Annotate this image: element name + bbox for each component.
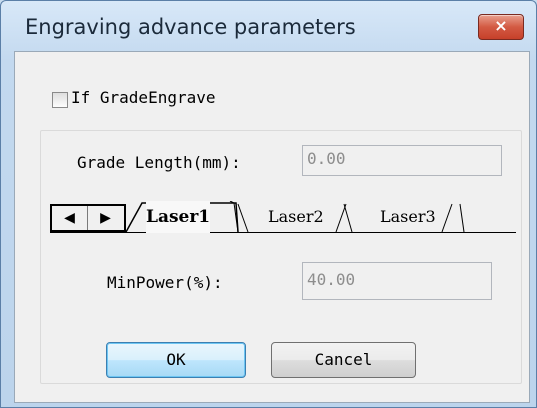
close-button[interactable]: × — [478, 14, 524, 40]
grade-length-field[interactable]: 0.00 — [302, 145, 502, 176]
cancel-button[interactable]: Cancel — [271, 342, 416, 378]
tab-scroll-buttons: ◀ ▶ — [50, 204, 126, 232]
tab-laser2[interactable]: Laser2 — [268, 201, 324, 233]
grade-engrave-checkbox[interactable] — [52, 92, 68, 108]
scroll-left-icon[interactable]: ◀ — [52, 206, 88, 230]
grade-engrave-label[interactable]: If GradeEngrave — [71, 88, 216, 107]
title-bar[interactable]: Engraving advance parameters × — [1, 1, 536, 51]
ok-button[interactable]: OK — [106, 342, 246, 378]
dialog-body: If GradeEngrave Grade Length(mm): 0.00 ◀… — [14, 51, 530, 403]
dialog-window: Engraving advance parameters × If GradeE… — [0, 0, 537, 408]
laser-tab-strip: ◀ ▶ Laser1 Laser2 Laser3 — [50, 201, 516, 233]
min-power-label: MinPower(%): — [107, 273, 223, 292]
tab-laser3[interactable]: Laser3 — [380, 201, 436, 233]
tab-laser1[interactable]: Laser1 — [146, 201, 211, 233]
min-power-field[interactable]: 40.00 — [302, 262, 492, 300]
grade-length-label: Grade Length(mm): — [77, 153, 241, 172]
close-icon: × — [494, 16, 508, 35]
dialog-title: Engraving advance parameters — [25, 15, 356, 39]
scroll-right-icon[interactable]: ▶ — [88, 206, 123, 230]
